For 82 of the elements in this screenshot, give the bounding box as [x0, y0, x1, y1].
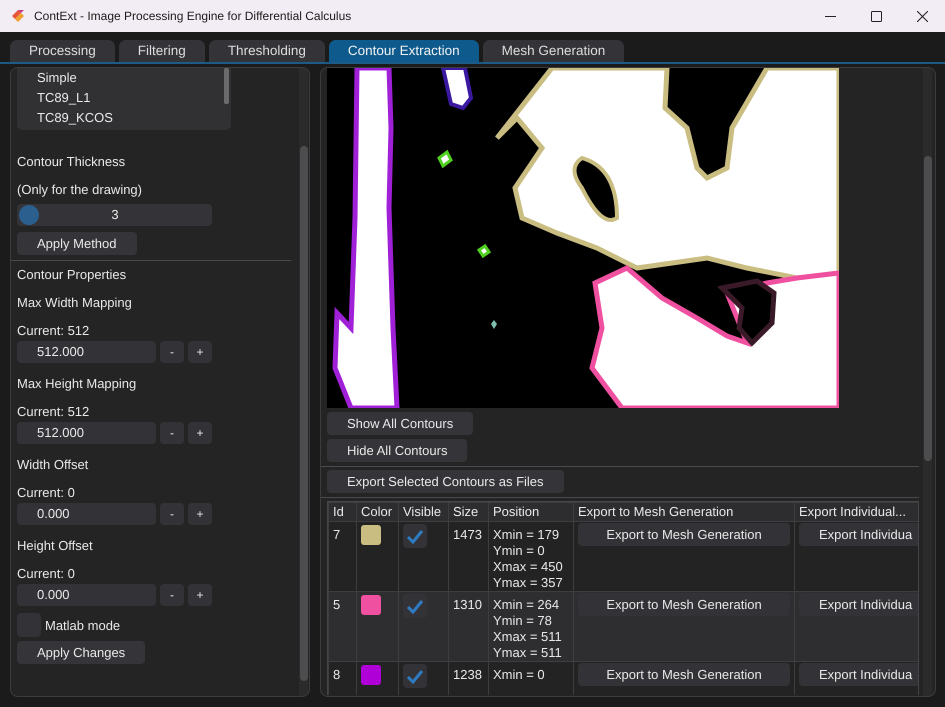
column-header: Id — [328, 502, 356, 522]
section-label: Contour Thickness — [17, 153, 126, 171]
decrement-button[interactable]: - — [160, 503, 184, 525]
table-cell: 7 — [328, 522, 356, 592]
column-header: Color — [356, 502, 398, 522]
tab[interactable]: Contour Extraction — [328, 40, 479, 62]
position-text: Xmin = 264 — [493, 597, 560, 613]
position-text: Xmin = 179 — [493, 527, 560, 543]
scrollbar-thumb[interactable] — [300, 146, 308, 681]
hint-text: (Only for the drawing) — [17, 181, 143, 199]
close-icon[interactable] — [916, 10, 928, 22]
position-text: Xmin = 0 — [493, 667, 546, 683]
visible-checkbox[interactable] — [403, 594, 427, 618]
field-label: Width Offset — [17, 456, 90, 474]
column-header: Export Individual... — [794, 502, 918, 522]
current-value: Current: 512 — [17, 403, 90, 421]
number-input[interactable]: 0.000 — [17, 584, 156, 606]
export-mesh-button[interactable]: Export to Mesh Generation — [578, 523, 790, 546]
tab[interactable]: Thresholding — [208, 40, 325, 62]
number-input[interactable]: 512.000 — [17, 341, 156, 363]
increment-button[interactable]: + — [188, 503, 212, 525]
visible-checkbox[interactable] — [403, 664, 427, 688]
export-mesh-button[interactable]: Export to Mesh Generation — [578, 593, 790, 616]
export-mesh-button[interactable]: Export to Mesh Generation — [578, 663, 790, 686]
table-cell: 5 — [328, 592, 356, 662]
column-header: Position — [488, 502, 574, 522]
table-cell: 1473 — [448, 522, 488, 592]
list-scrollbar[interactable] — [224, 68, 229, 104]
field-label: Max Width Mapping — [17, 294, 133, 312]
number-input[interactable]: 0.000 — [17, 503, 156, 525]
apply-method-button[interactable]: Apply Method — [17, 232, 136, 255]
app-logo-icon — [10, 8, 26, 24]
position-text: Xmax = 450 — [493, 559, 564, 575]
thickness-slider[interactable]: 3 — [17, 204, 212, 226]
section-heading: Contour Properties — [17, 266, 128, 284]
export-individual-button[interactable]: Export Individua — [799, 523, 918, 546]
contours-button[interactable]: Hide All Contours — [327, 439, 468, 462]
maximize-icon[interactable] — [870, 10, 882, 22]
visible-checkbox[interactable] — [403, 524, 427, 548]
slider-thumb[interactable] — [19, 205, 39, 225]
color-swatch[interactable] — [361, 525, 381, 545]
method-item[interactable]: TC89_KCOS — [37, 108, 231, 128]
export-files-button[interactable]: Export Selected Contours as Files — [327, 470, 564, 493]
column-header: Export to Mesh Generation — [574, 502, 794, 522]
field-label: Max Height Mapping — [17, 375, 138, 393]
column-header: Visible — [398, 502, 448, 522]
color-swatch[interactable] — [361, 595, 381, 615]
table-cell: 1238 — [448, 662, 488, 695]
position-text: Ymax = 511 — [493, 645, 563, 661]
method-list[interactable]: Simple TC89_L1 TC89_KCOS — [17, 68, 231, 130]
number-input[interactable]: 512.000 — [17, 422, 156, 444]
current-value: Current: 0 — [17, 565, 76, 583]
table-cell: 8 — [328, 662, 356, 695]
tab[interactable]: Mesh Generation — [482, 40, 624, 62]
slider-value: 3 — [110, 206, 120, 224]
method-item[interactable]: Simple — [37, 68, 231, 88]
increment-button[interactable]: + — [188, 422, 212, 444]
scrollbar-thumb[interactable] — [924, 156, 932, 461]
decrement-button[interactable]: - — [160, 422, 184, 444]
current-value: Current: 512 — [17, 322, 90, 340]
apply-changes-button[interactable]: Apply Changes — [17, 641, 146, 664]
table-cell: 1310 — [448, 592, 488, 662]
column-header: Size — [448, 502, 488, 522]
export-individual-button[interactable]: Export Individua — [799, 663, 918, 686]
window-title: ContExt - Image Processing Engine for Differential Calculus — [34, 9, 352, 23]
field-label: Height Offset — [17, 537, 94, 555]
position-text: Xmax = 511 — [493, 629, 563, 645]
checkbox-label: Matlab mode — [45, 618, 120, 632]
method-item[interactable]: TC89_L1 — [37, 88, 231, 108]
position-text: Ymin = 0 — [493, 543, 546, 559]
contours-button[interactable]: Show All Contours — [327, 412, 474, 435]
position-text: Ymin = 78 — [493, 613, 553, 629]
current-value: Current: 0 — [17, 484, 76, 502]
position-text: Ymax = 357 — [493, 575, 564, 591]
tab[interactable]: Processing — [10, 40, 115, 62]
increment-button[interactable]: + — [188, 341, 212, 363]
decrement-button[interactable]: - — [160, 341, 184, 363]
increment-button[interactable]: + — [188, 584, 212, 606]
export-individual-button[interactable]: Export Individua — [799, 593, 918, 616]
decrement-button[interactable]: - — [160, 584, 184, 606]
tab[interactable]: Filtering — [118, 40, 205, 62]
color-swatch[interactable] — [361, 665, 381, 685]
